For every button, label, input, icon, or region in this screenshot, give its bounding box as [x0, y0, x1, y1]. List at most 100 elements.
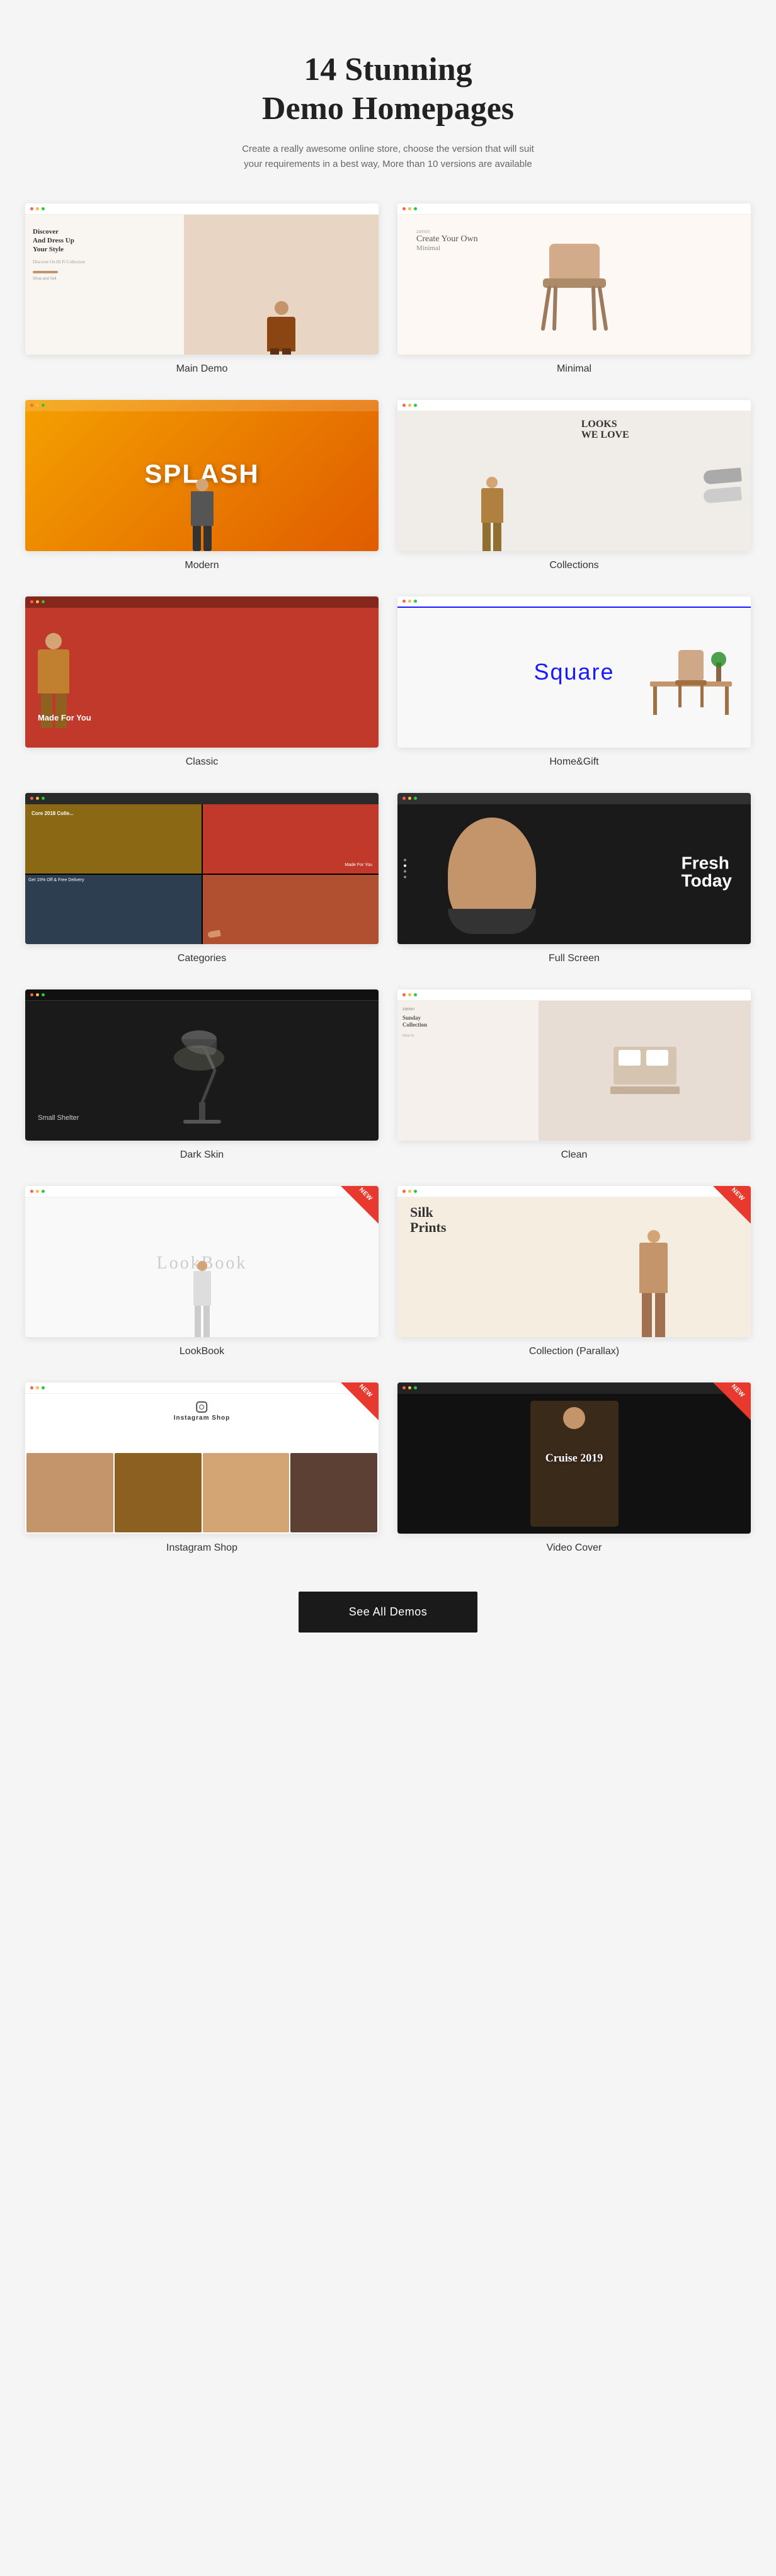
demo-item-classic[interactable]: Made For You Classic — [25, 596, 379, 768]
chair-svg — [524, 231, 625, 338]
demo-thumbnail-videocover[interactable]: Cruise 2019 — [397, 1382, 751, 1534]
bed-base — [610, 1086, 680, 1094]
demo-item-collectionpx[interactable]: SilkPrints Collection (Parallax) — [397, 1186, 751, 1357]
demo-thumbnail-instagram[interactable]: Instagram Shop — [25, 1382, 379, 1534]
main-demo-links: Shop and Sell — [33, 277, 176, 281]
pillow-left — [619, 1050, 641, 1066]
demo-label-modern: Modern — [185, 560, 219, 571]
dot-red — [30, 207, 33, 210]
demo-thumbnail-lookbook[interactable]: LookBook — [25, 1186, 379, 1337]
dot-yellow — [408, 993, 411, 996]
demo-label-lookbook: LookBook — [180, 1346, 224, 1357]
nav-dot-2 — [404, 864, 406, 867]
item-shoe — [207, 930, 220, 938]
demo-item-homegift[interactable]: Square — [397, 596, 751, 768]
demo-item-modern[interactable]: SPLASH Modern — [25, 400, 379, 571]
dot-yellow — [36, 993, 39, 996]
demo-item-lookbook[interactable]: LookBook LookBook — [25, 1186, 379, 1357]
dot-red — [30, 993, 33, 996]
demo-thumbnail-classic[interactable]: Made For You — [25, 596, 379, 748]
demo-thumbnail-darkskin[interactable]: Small Shelter — [25, 989, 379, 1141]
demo-item-fullscreen[interactable]: FreshToday Full Screen — [397, 793, 751, 964]
demos-grid: DiscoverAnd Dress UpYour Style Discover … — [25, 203, 751, 1554]
demo-label-classic: Classic — [186, 756, 219, 768]
demo-thumbnail-main-demo[interactable]: DiscoverAnd Dress UpYour Style Discover … — [25, 203, 379, 355]
cat-cell-2: Made For You — [203, 804, 379, 874]
demo-label-homegift: Home&Gift — [549, 756, 598, 768]
nav-dot-3 — [404, 870, 406, 872]
leg-l — [482, 523, 491, 551]
demo-item-categories[interactable]: Core 2018 Colle... Made For You Get 15% … — [25, 793, 379, 964]
torso — [193, 1271, 211, 1306]
torso — [639, 1243, 668, 1293]
head — [45, 633, 62, 649]
demo-item-minimal[interactable]: zanon Create Your Own Minimal — [397, 203, 751, 375]
neck-shirt — [448, 909, 536, 934]
cruise-2019-text: Cruise 2019 — [545, 1451, 603, 1464]
nav-dot-1 — [404, 858, 406, 861]
dot-yellow — [408, 404, 411, 407]
nav-bar — [25, 596, 379, 608]
instagram-shop-text: Instagram Shop — [174, 1415, 231, 1422]
dot-red — [402, 797, 406, 800]
page-wrapper: 14 StunningDemo Homepages Create a reall… — [0, 0, 776, 1670]
dot-green — [42, 1190, 45, 1193]
silk-prints-text: SilkPrints — [410, 1205, 446, 1235]
head — [486, 477, 498, 488]
discover-subtitle: Discover On Hi Fi Collection — [33, 259, 176, 265]
clean-desc: New In — [402, 1034, 527, 1038]
demo-item-main-demo[interactable]: DiscoverAnd Dress UpYour Style Discover … — [25, 203, 379, 375]
desk-svg — [644, 631, 738, 719]
divider — [33, 271, 58, 273]
lookbook-person — [193, 1261, 211, 1337]
demo-item-darkskin[interactable]: Small Shelter Dark Skin — [25, 989, 379, 1161]
new-badge — [341, 1186, 379, 1224]
nav-bar — [397, 1382, 751, 1394]
lamp-svg — [164, 1014, 240, 1127]
demo-item-instagram[interactable]: Instagram Shop Instagram Shop — [25, 1382, 379, 1554]
dot-red — [30, 404, 33, 407]
head — [648, 1230, 660, 1243]
photo-1 — [26, 1453, 113, 1532]
main-demo-figure — [267, 215, 295, 355]
cat-items-4 — [208, 931, 220, 939]
main-demo-left: DiscoverAnd Dress UpYour Style Discover … — [25, 215, 184, 355]
leg-r — [203, 1306, 210, 1337]
dark-skin-text: Small Shelter — [38, 1114, 79, 1122]
demo-item-videocover[interactable]: Cruise 2019 Video Cover — [397, 1382, 751, 1554]
demo-thumbnail-categories[interactable]: Core 2018 Colle... Made For You Get 15% … — [25, 793, 379, 944]
dot-green — [414, 797, 417, 800]
demo-label-minimal: Minimal — [557, 363, 591, 375]
demo-thumbnail-collections[interactable]: LOOKSWE LOVE — [397, 400, 751, 551]
made-for-you-text: Made For You — [38, 713, 91, 722]
figure-legs — [270, 348, 291, 355]
demo-thumbnail-clean[interactable]: zanon SundayCollection New In — [397, 989, 751, 1141]
nav-bar — [25, 1382, 379, 1394]
legs — [41, 693, 67, 728]
dot-yellow — [36, 1190, 39, 1193]
dot-red — [402, 404, 406, 407]
demo-label-darkskin: Dark Skin — [180, 1149, 224, 1161]
demo-thumbnail-homegift[interactable]: Square — [397, 596, 751, 748]
demo-item-clean[interactable]: zanon SundayCollection New In Clean — [397, 989, 751, 1161]
demo-label-collectionpx: Collection (Parallax) — [529, 1346, 619, 1357]
dot-green — [414, 600, 417, 603]
dot-yellow — [36, 404, 39, 407]
dot-green — [414, 993, 417, 996]
cat-label-1: Core 2018 Colle... — [31, 811, 74, 816]
dot-green — [42, 1386, 45, 1389]
see-all-demos-button[interactable]: See All Demos — [299, 1592, 478, 1633]
demo-thumbnail-minimal[interactable]: zanon Create Your Own Minimal — [397, 203, 751, 355]
dot-green — [414, 1386, 417, 1389]
nav-bar — [25, 1186, 379, 1197]
collections-person — [404, 413, 581, 551]
demo-thumbnail-fullscreen[interactable]: FreshToday — [397, 793, 751, 944]
demo-thumbnail-collectionpx[interactable]: SilkPrints — [397, 1186, 751, 1337]
bedroom-contents — [539, 1001, 751, 1141]
photo-2 — [115, 1453, 202, 1532]
demo-item-collections[interactable]: LOOKSWE LOVE Collections — [397, 400, 751, 571]
dot-red — [30, 600, 33, 603]
demo-thumbnail-modern[interactable]: SPLASH — [25, 400, 379, 551]
head — [197, 1261, 207, 1271]
dot-green — [414, 404, 417, 407]
